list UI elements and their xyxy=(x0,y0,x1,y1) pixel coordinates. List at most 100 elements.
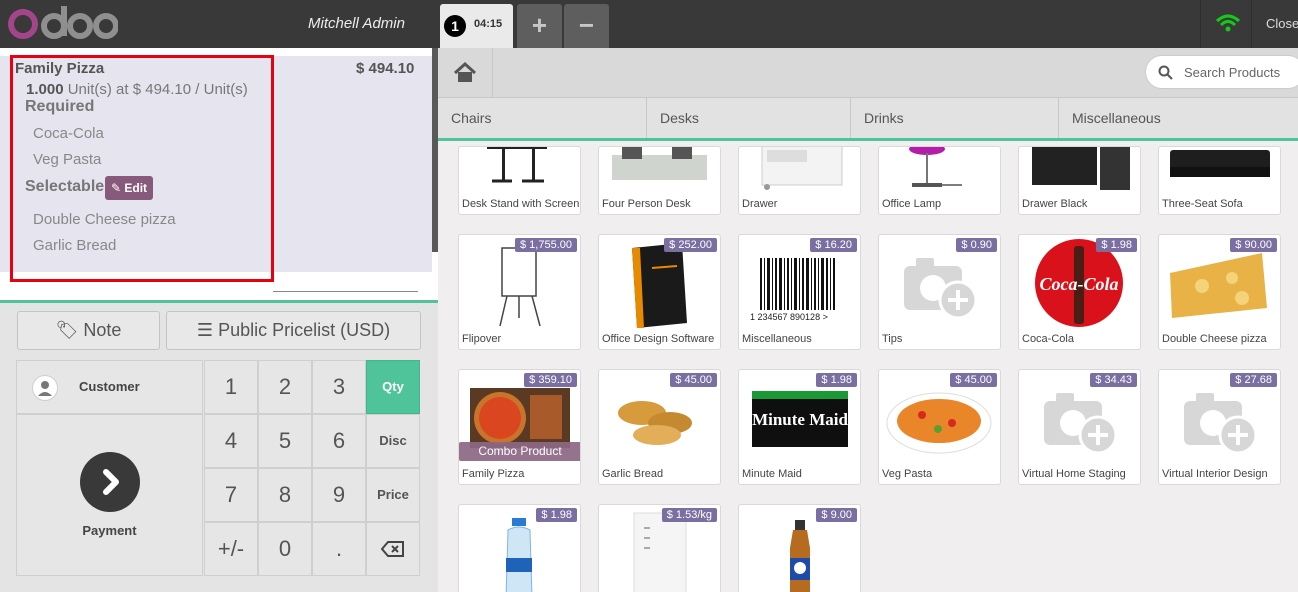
edit-button[interactable]: ✎ Edit xyxy=(105,176,153,200)
product-card[interactable]: Office Lamp xyxy=(878,146,1001,215)
user-name: Mitchell Admin xyxy=(308,15,405,32)
product-name: Office Design Software xyxy=(602,333,715,345)
product-card[interactable]: $ 34.43 Virtual Home Staging xyxy=(1018,369,1141,485)
payment-label: Payment xyxy=(82,523,137,538)
product-name: Garlic Bread xyxy=(602,468,664,480)
product-card[interactable]: Drawer xyxy=(738,146,861,215)
order-total-divider xyxy=(273,291,418,292)
key-1[interactable]: 1 xyxy=(204,360,258,414)
order-tab[interactable]: 1 04:15 xyxy=(440,4,513,48)
product-image xyxy=(487,147,547,183)
price-mode-button[interactable]: Price xyxy=(366,468,420,522)
category-miscellaneous[interactable]: Miscellaneous xyxy=(1059,98,1298,138)
product-card[interactable]: Drawer Black xyxy=(1018,146,1141,215)
pricelist-button[interactable]: ☰ Public Pricelist (USD) xyxy=(166,311,421,350)
key-5[interactable]: 5 xyxy=(258,414,312,468)
home-button[interactable] xyxy=(438,48,493,97)
product-name: Miscellaneous xyxy=(742,333,812,345)
key-plus-minus[interactable]: +/- xyxy=(204,522,258,576)
product-price: $ 90.00 xyxy=(1230,238,1277,252)
product-card[interactable]: Desk Stand with Screen xyxy=(458,146,581,215)
product-card[interactable]: $ 1,755.00 Flipover xyxy=(458,234,581,350)
product-card[interactable]: $ 252.00 Office Design Software xyxy=(598,234,721,350)
order-divider xyxy=(0,300,438,303)
backspace-button[interactable] xyxy=(366,522,420,576)
order-line-qty: 1.000 Unit(s) at $ 494.10 / Unit(s) xyxy=(26,81,248,98)
search-placeholder: Search Products xyxy=(1184,65,1281,80)
key-7[interactable]: 7 xyxy=(204,468,258,522)
key-2[interactable]: 2 xyxy=(258,360,312,414)
product-card[interactable]: $ 0.90 Tips xyxy=(878,234,1001,350)
category-drinks[interactable]: Drinks xyxy=(851,98,1059,138)
disc-mode-button[interactable]: Disc xyxy=(366,414,420,468)
product-card[interactable]: $ 9.00 xyxy=(738,504,861,592)
product-header: Search Products xyxy=(438,48,1298,98)
product-image xyxy=(1032,147,1130,190)
product-card[interactable]: Coca-Cola $ 1.98 Coca-Cola xyxy=(1018,234,1141,350)
product-name: Virtual Interior Design xyxy=(1162,468,1268,480)
customer-label: Customer xyxy=(79,379,140,394)
product-price: $ 45.00 xyxy=(950,373,997,387)
product-name: Desk Stand with Screen xyxy=(462,198,580,210)
close-button[interactable]: Close xyxy=(1266,16,1298,31)
add-order-button[interactable]: + xyxy=(517,4,562,48)
required-item: Coca-Cola xyxy=(33,125,104,142)
product-price: $ 27.68 xyxy=(1230,373,1277,387)
product-image xyxy=(1170,150,1270,177)
product-pane: Search Products Chairs Desks Drinks Misc… xyxy=(438,48,1298,592)
product-price: $ 1.98 xyxy=(536,508,577,522)
product-card[interactable]: 1 234567 890128 > $ 16.20 Miscellaneous xyxy=(738,234,861,350)
product-card[interactable]: Four Person Desk xyxy=(598,146,721,215)
product-price: $ 252.00 xyxy=(664,238,717,252)
category-desks[interactable]: Desks xyxy=(647,98,851,138)
order-container: Family Pizza $ 494.10 1.000 Unit(s) at $… xyxy=(0,48,438,301)
product-name: Three-Seat Sofa xyxy=(1162,198,1243,210)
product-price: $ 0.90 xyxy=(956,238,997,252)
product-name: Coca-Cola xyxy=(1022,333,1074,345)
product-name: Drawer Black xyxy=(1022,198,1088,210)
product-card[interactable]: $ 45.00 Veg Pasta xyxy=(878,369,1001,485)
product-price: $ 1.53/kg xyxy=(661,508,717,522)
product-name: Double Cheese pizza xyxy=(1162,333,1267,345)
search-input[interactable]: Search Products xyxy=(1145,55,1298,89)
payment-button[interactable]: Payment xyxy=(16,414,203,576)
coke-logo-text: Coca-Cola xyxy=(1040,274,1119,294)
key-6[interactable]: 6 xyxy=(312,414,366,468)
selectable-item: Double Cheese pizza xyxy=(33,211,176,228)
key-decimal[interactable]: . xyxy=(312,522,366,576)
top-bar: Mitchell Admin 1 04:15 + − Close xyxy=(0,0,1298,48)
key-9[interactable]: 9 xyxy=(312,468,366,522)
key-3[interactable]: 3 xyxy=(312,360,366,414)
qty-mode-button[interactable]: Qty xyxy=(366,360,420,414)
key-0[interactable]: 0 xyxy=(258,522,312,576)
product-card[interactable]: Minute Maid $ 1.98 Minute Maid xyxy=(738,369,861,485)
product-card[interactable]: Three-Seat Sofa xyxy=(1158,146,1281,215)
order-time: 04:15 xyxy=(474,18,503,30)
product-card[interactable]: $ 90.00 Double Cheese pizza xyxy=(1158,234,1281,350)
product-card[interactable]: Combo Product $ 359.10 Family Pizza xyxy=(458,369,581,485)
product-name: Minute Maid xyxy=(742,468,802,480)
order-number: 1 xyxy=(444,15,466,37)
wifi-status[interactable] xyxy=(1200,0,1252,48)
product-image xyxy=(909,147,962,187)
required-heading: Required xyxy=(25,98,95,115)
product-name: Drawer xyxy=(742,198,778,210)
product-card[interactable]: $ 1.53/kg xyxy=(598,504,721,592)
backspace-icon xyxy=(380,541,404,557)
product-card[interactable]: $ 45.00 Garlic Bread xyxy=(598,369,721,485)
key-8[interactable]: 8 xyxy=(258,468,312,522)
category-chairs[interactable]: Chairs xyxy=(438,98,647,138)
product-card[interactable]: $ 1.98 xyxy=(458,504,581,592)
home-icon xyxy=(453,61,477,82)
customer-button[interactable]: Customer xyxy=(16,360,203,414)
product-price: $ 1,755.00 xyxy=(515,238,577,252)
barcode-number: 1 234567 890128 > xyxy=(750,312,828,322)
product-name: Tips xyxy=(882,333,903,345)
product-image xyxy=(612,147,707,180)
note-button[interactable]: 🏷 Note xyxy=(17,311,160,350)
remove-order-button[interactable]: − xyxy=(564,4,609,48)
key-4[interactable]: 4 xyxy=(204,414,258,468)
product-image xyxy=(761,147,843,190)
product-name: Family Pizza xyxy=(462,468,525,480)
product-card[interactable]: $ 27.68 Virtual Interior Design xyxy=(1158,369,1281,485)
